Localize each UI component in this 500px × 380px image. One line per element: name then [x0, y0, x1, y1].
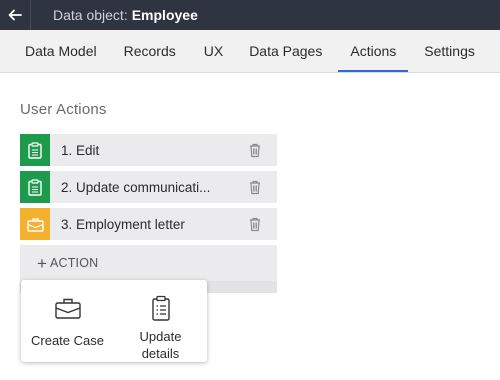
add-action-button[interactable]: + ACTION [20, 245, 277, 281]
update-details-option[interactable]: Update details [114, 280, 207, 362]
briefcase-icon [26, 217, 44, 232]
back-button[interactable] [0, 0, 31, 30]
create-case-label: Create Case [31, 333, 104, 348]
action-name: Employment letter [76, 216, 185, 232]
create-case-option[interactable]: Create Case [21, 280, 114, 362]
clipboard-icon [28, 178, 42, 196]
page-title-prefix: Data object: [53, 7, 128, 23]
tab-ux[interactable]: UX [204, 30, 223, 72]
section-title: User Actions [20, 101, 107, 118]
tab-actions[interactable]: Actions [338, 30, 409, 72]
trash-icon[interactable] [247, 142, 263, 158]
update-details-label: Update details [140, 328, 182, 362]
page-title-name: Employee [131, 7, 198, 23]
action-number: 2. [61, 179, 73, 195]
trash-icon[interactable] [247, 179, 263, 195]
update-details-label-line2: details [141, 346, 180, 361]
tab-data-pages[interactable]: Data Pages [249, 30, 322, 72]
action-icon-badge [20, 134, 50, 166]
action-number: 3. [61, 216, 73, 232]
tab-settings[interactable]: Settings [424, 30, 475, 72]
action-label: 1. Edit [61, 143, 229, 158]
top-bar: Data object: Employee [0, 0, 500, 30]
clipboard-icon [28, 141, 42, 159]
tab-records[interactable]: Records [124, 30, 176, 72]
trash-icon[interactable] [247, 216, 263, 232]
action-label: 2. Update communicati... [61, 180, 229, 195]
add-action-menu: Create Case Update details [21, 280, 207, 362]
action-name: Edit [76, 142, 100, 158]
user-actions-list: 1. Edit 2. Update communicati... 3. Empl… [20, 134, 277, 245]
page-title: Data object: Employee [31, 7, 198, 23]
add-action-label: ACTION [49, 256, 99, 270]
action-icon-badge [20, 208, 50, 240]
action-label: 3. Employment letter [61, 217, 229, 232]
plus-icon: + [37, 253, 47, 273]
update-details-label-line1: Update [139, 329, 182, 344]
action-icon-badge [20, 171, 50, 203]
tab-bar: Data Model Records UX Data Pages Actions… [0, 30, 500, 73]
back-arrow-icon [8, 9, 22, 21]
action-name: Update communicati... [76, 179, 211, 195]
briefcase-icon [54, 298, 81, 319]
action-number: 1. [61, 142, 73, 158]
action-row-employment-letter[interactable]: 3. Employment letter [20, 208, 277, 240]
action-row-update-communication[interactable]: 2. Update communicati... [20, 171, 277, 203]
list-clipboard-icon [151, 295, 170, 321]
action-row-edit[interactable]: 1. Edit [20, 134, 277, 166]
tab-data-model[interactable]: Data Model [25, 30, 97, 72]
